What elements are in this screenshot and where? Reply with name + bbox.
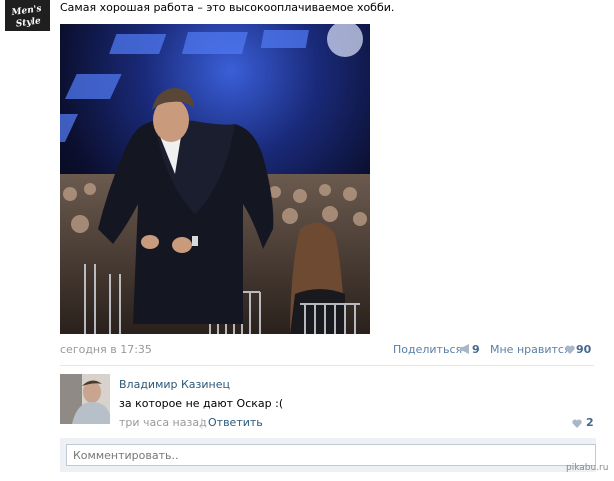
share-button[interactable]: Поделиться (393, 343, 462, 356)
community-avatar[interactable]: Men's Style (5, 0, 50, 31)
post-text: Самая хорошая работа – это высокооплачив… (60, 1, 395, 14)
post-photo[interactable] (60, 24, 370, 334)
reply-link[interactable]: Ответить (208, 416, 263, 429)
community-avatar-logo: Men's Style (11, 4, 43, 30)
heart-icon[interactable] (572, 418, 582, 431)
photo-illustration (60, 24, 370, 334)
divider (60, 365, 594, 366)
comment-like-count: 2 (586, 416, 594, 429)
comment-author[interactable]: Владимир Казинец (119, 378, 230, 391)
share-count: 9 (472, 343, 480, 356)
commenter-avatar[interactable] (60, 374, 110, 424)
comment-form (60, 438, 596, 472)
heart-icon[interactable] (565, 344, 575, 357)
comment-time[interactable]: три часа назад (119, 416, 207, 429)
like-count: 90 (576, 343, 592, 356)
megaphone-icon[interactable] (459, 344, 471, 357)
commenter-avatar-image (60, 374, 110, 424)
comment-separator: | (200, 416, 204, 429)
watermark: pikabu.ru (566, 463, 609, 473)
like-button[interactable]: Мне нравится (490, 343, 571, 356)
comment-text: за которое не дают Оскар :( (119, 397, 284, 410)
comment-input[interactable] (66, 444, 596, 466)
post-date[interactable]: сегодня в 17:35 (60, 343, 152, 356)
